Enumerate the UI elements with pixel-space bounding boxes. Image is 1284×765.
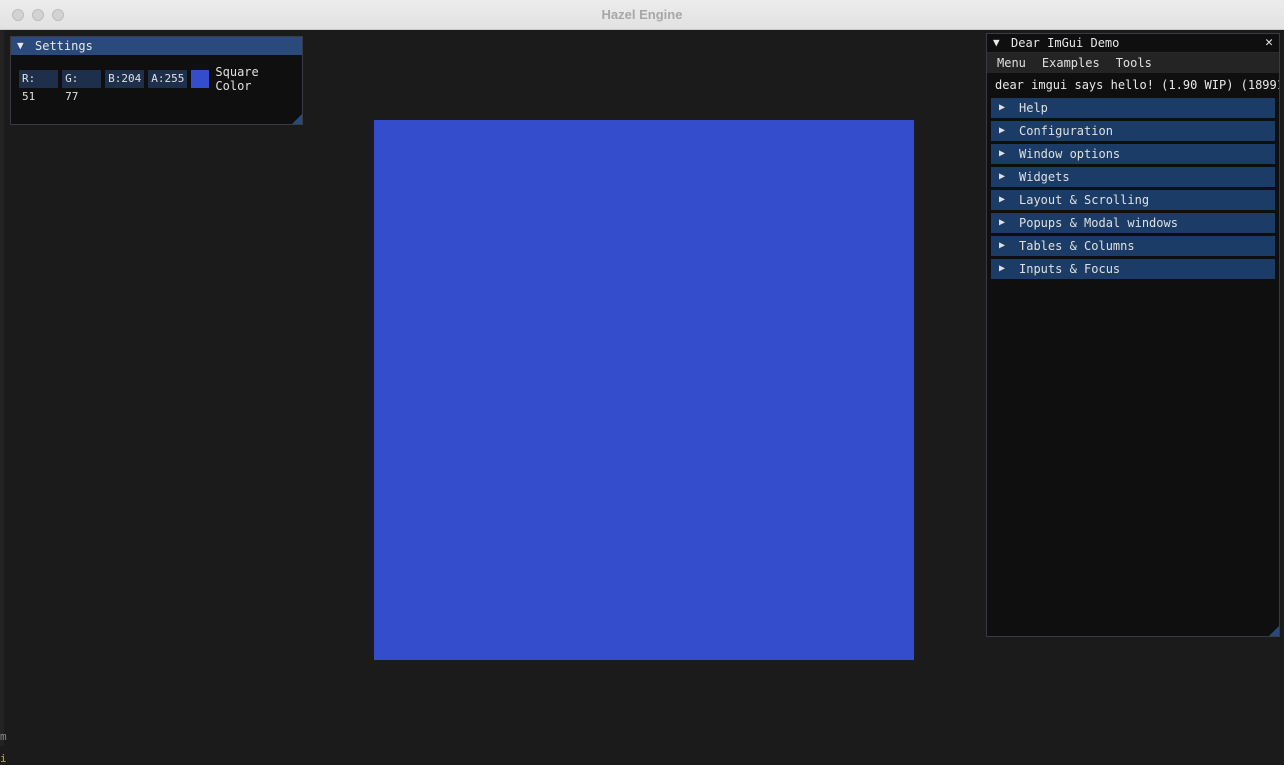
square-color-label: Square Color	[215, 65, 259, 93]
triangle-right-icon: ▶	[999, 194, 1006, 205]
settings-window[interactable]: ▼ Settings R: 51 G: 77 B:204 A:255 Squar…	[10, 36, 303, 125]
header-label: Tables & Columns	[1019, 239, 1135, 253]
settings-window-title: Settings	[35, 39, 93, 53]
render-square	[374, 120, 914, 660]
settings-window-header[interactable]: ▼ Settings	[11, 37, 302, 55]
header-inputs-focus[interactable]: ▶ Inputs & Focus	[991, 259, 1275, 279]
resize-grip[interactable]	[1269, 626, 1279, 636]
menu-menu[interactable]: Menu	[997, 53, 1026, 73]
close-icon[interactable]: ✕	[1265, 34, 1273, 52]
triangle-down-icon[interactable]: ▼	[17, 37, 24, 55]
header-label: Configuration	[1019, 124, 1113, 138]
header-label: Help	[1019, 101, 1048, 115]
triangle-right-icon: ▶	[999, 171, 1006, 182]
collapsing-header-list: ▶ Help ▶ Configuration ▶ Window options ▶ Wi…	[987, 96, 1279, 279]
header-label: Inputs & Focus	[1019, 262, 1121, 276]
header-widgets[interactable]: ▶ Widgets	[991, 167, 1275, 187]
header-label: Window options	[1019, 147, 1121, 161]
resize-grip[interactable]	[292, 114, 302, 124]
hello-text: dear imgui says hello! (1.90 WIP) (18991	[995, 78, 1279, 92]
triangle-down-icon[interactable]: ▼	[993, 34, 1000, 52]
edge-mark: i	[0, 752, 7, 765]
triangle-right-icon: ▶	[999, 148, 1006, 159]
window-titlebar: Hazel Engine	[0, 0, 1284, 30]
left-edge-strip: m i	[0, 30, 7, 765]
window-title: Hazel Engine	[601, 7, 683, 22]
menu-tools[interactable]: Tools	[1116, 53, 1152, 73]
header-layout-scrolling[interactable]: ▶ Layout & Scrolling	[991, 190, 1275, 210]
demo-menubar: Menu Examples Tools	[987, 53, 1279, 73]
triangle-right-icon: ▶	[999, 240, 1006, 251]
alpha-channel-input[interactable]: A:255	[148, 70, 188, 88]
header-label: Layout & Scrolling	[1019, 193, 1150, 207]
triangle-right-icon: ▶	[999, 125, 1006, 136]
red-channel-input[interactable]: R: 51	[19, 70, 59, 103]
green-channel-input[interactable]: G: 77	[62, 70, 102, 103]
triangle-right-icon: ▶	[999, 217, 1006, 228]
header-label: Widgets	[1019, 170, 1070, 184]
square-color-editor: R: 51 G: 77 B:204 A:255 Square Color	[19, 65, 302, 103]
demo-window-header[interactable]: ▼ Dear ImGui Demo ✕	[987, 34, 1279, 53]
triangle-right-icon: ▶	[999, 102, 1006, 113]
header-configuration[interactable]: ▶ Configuration	[991, 121, 1275, 141]
menu-examples[interactable]: Examples	[1042, 53, 1100, 73]
header-label: Popups & Modal windows	[1019, 216, 1178, 230]
header-help[interactable]: ▶ Help	[991, 98, 1275, 118]
header-tables-columns[interactable]: ▶ Tables & Columns	[991, 236, 1275, 256]
edge-mark: m	[0, 730, 7, 743]
blue-channel-input[interactable]: B:204	[105, 70, 145, 88]
demo-window-title: Dear ImGui Demo	[1011, 36, 1120, 50]
header-window-options[interactable]: ▶ Window options	[991, 144, 1275, 164]
imgui-demo-window[interactable]: ▼ Dear ImGui Demo ✕ Menu Examples Tools …	[986, 33, 1280, 637]
triangle-right-icon: ▶	[999, 263, 1006, 274]
color-swatch-button[interactable]	[191, 70, 210, 88]
header-popups-modal-windows[interactable]: ▶ Popups & Modal windows	[991, 213, 1275, 233]
